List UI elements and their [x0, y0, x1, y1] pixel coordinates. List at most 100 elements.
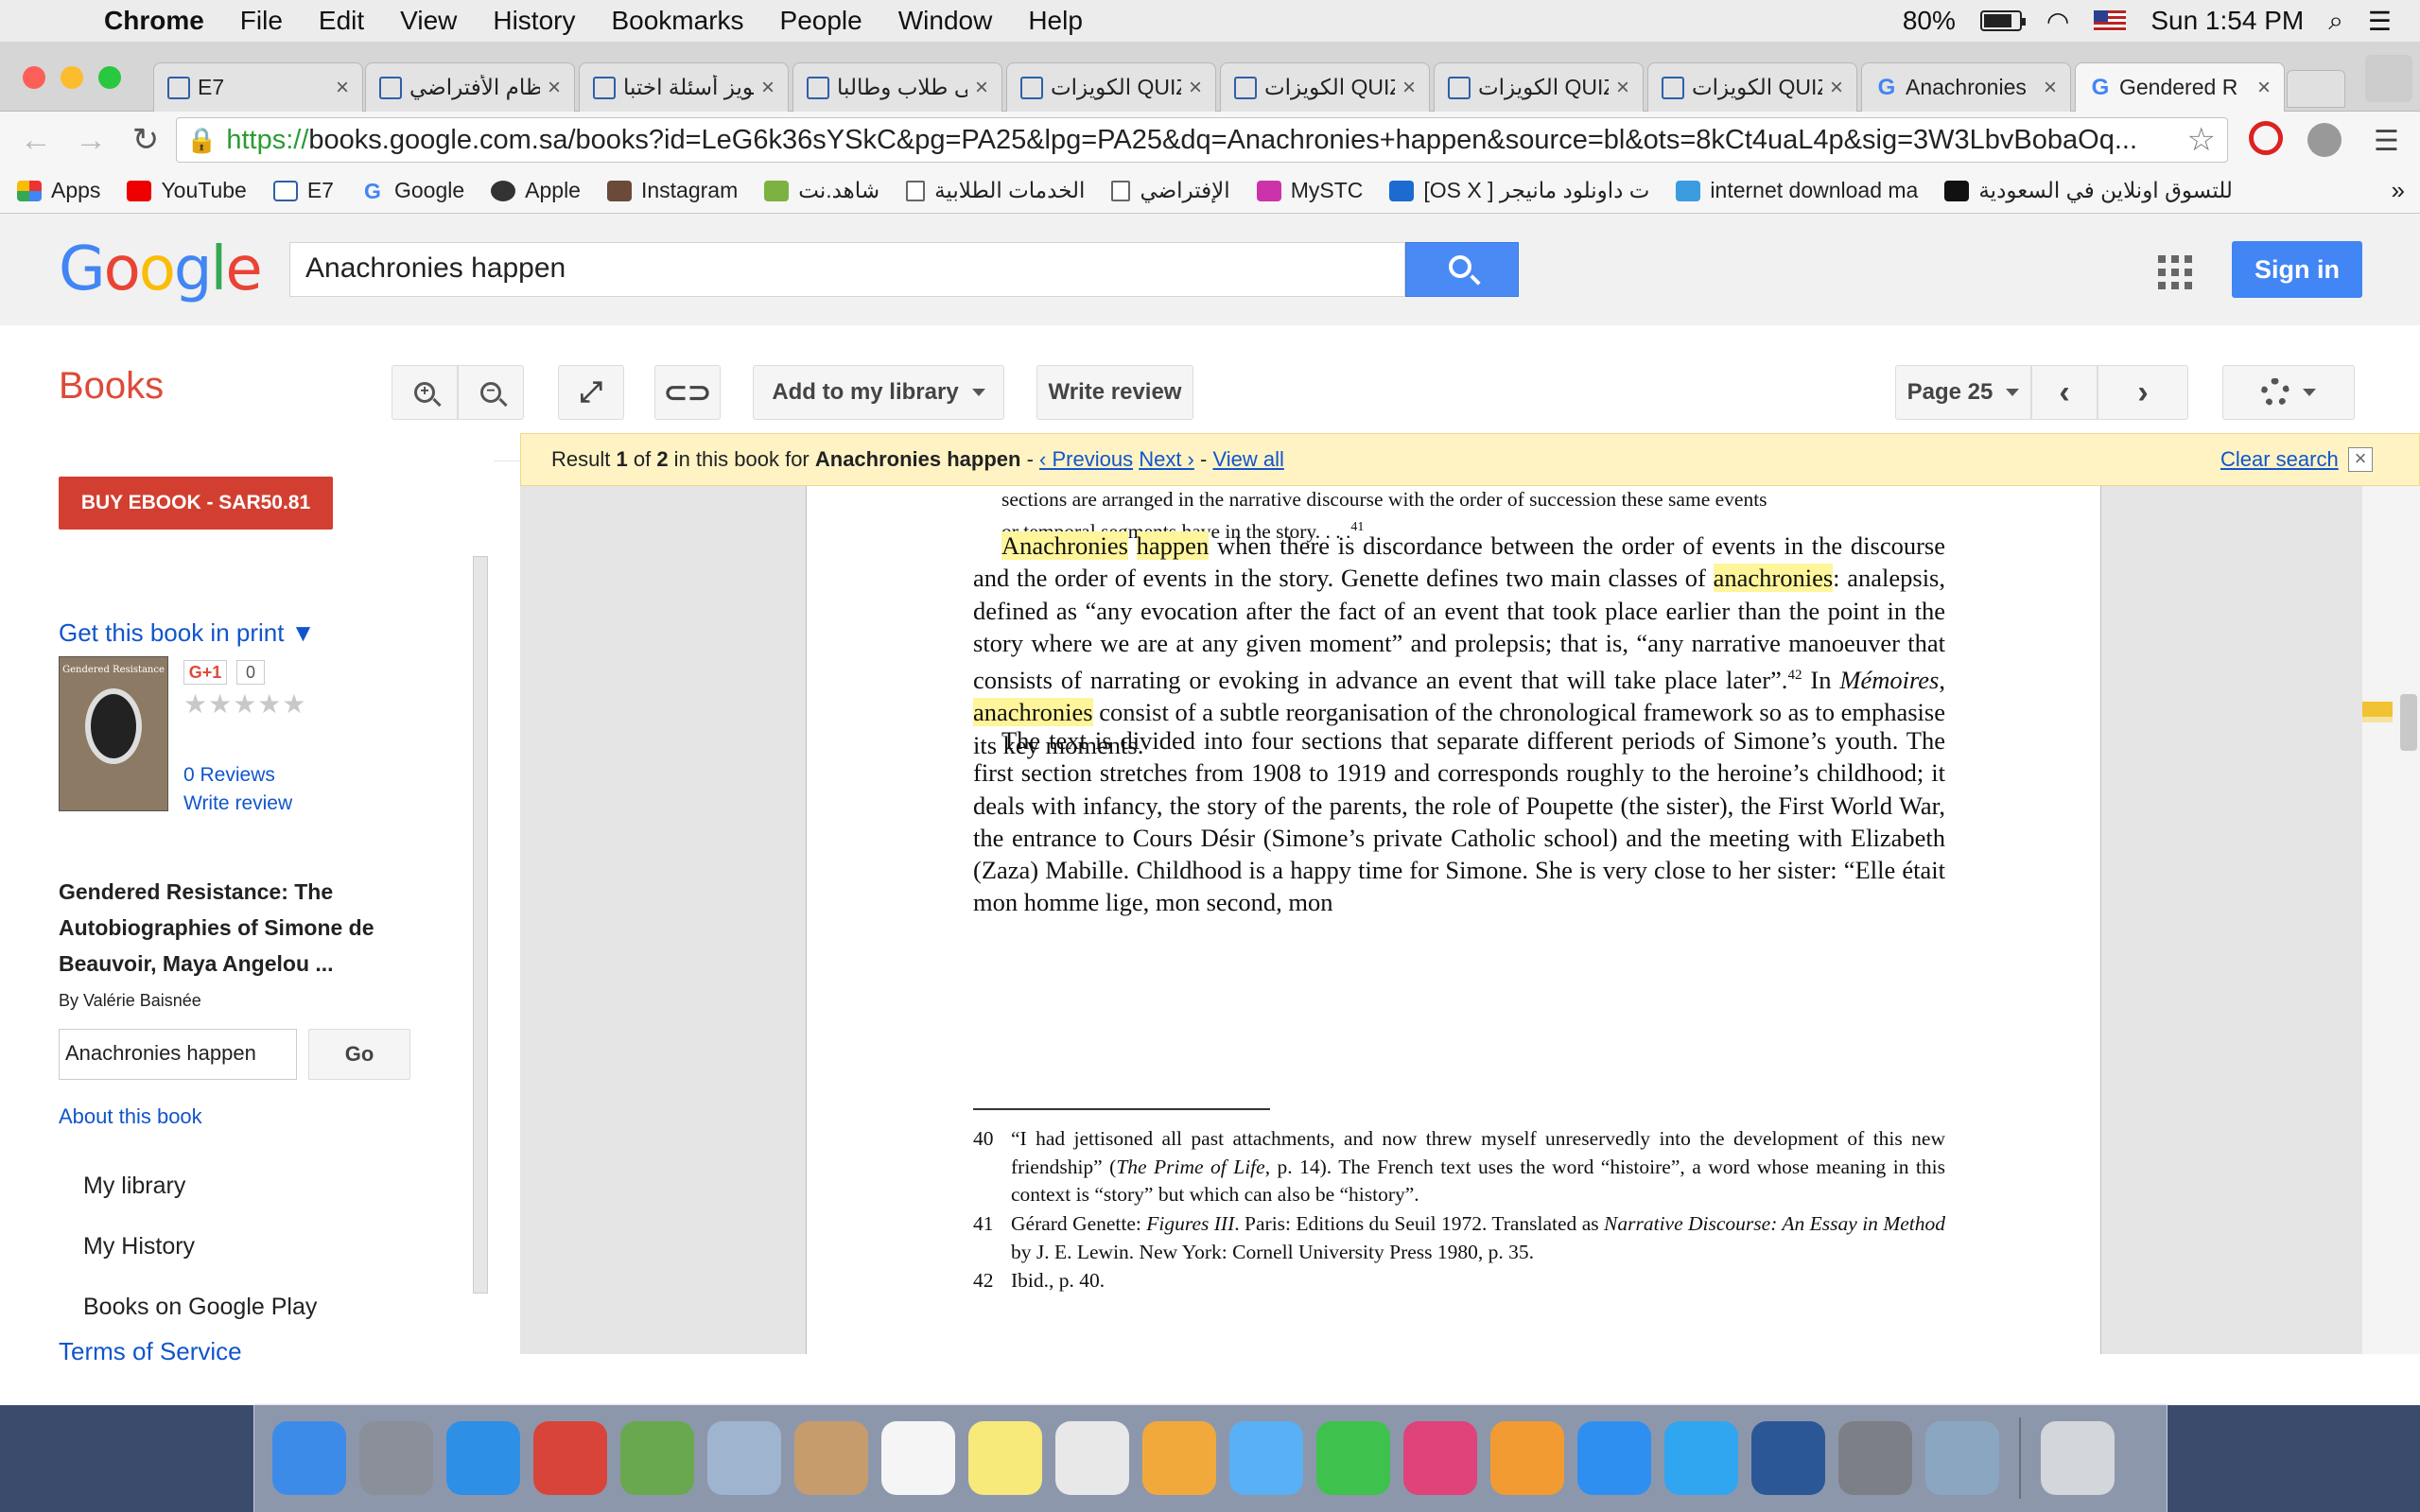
- buy-ebook-button[interactable]: BUY EBOOK - SAR50.81: [59, 477, 333, 530]
- page-select[interactable]: Page 25: [1895, 365, 2031, 420]
- menu-window[interactable]: Window: [898, 6, 993, 36]
- previous-result-link[interactable]: ‹ Previous: [1039, 447, 1133, 471]
- word-icon[interactable]: [1751, 1421, 1825, 1495]
- close-tab-icon[interactable]: ×: [975, 75, 988, 101]
- google-search-input[interactable]: Anachronies happen: [289, 242, 1405, 297]
- zoom-in-button[interactable]: +: [392, 365, 458, 420]
- menu-file[interactable]: File: [240, 6, 283, 36]
- system-preferences-icon[interactable]: [1838, 1421, 1912, 1495]
- bookmark-item[interactable]: Apple: [491, 178, 581, 203]
- bookmark-item[interactable]: E7: [272, 178, 334, 203]
- chrome-icon[interactable]: [533, 1421, 607, 1495]
- bookmark-item[interactable]: Instagram: [606, 178, 738, 203]
- books-title[interactable]: Books: [59, 365, 164, 408]
- search-hit-marker[interactable]: [2362, 717, 2393, 722]
- search-hit-marker[interactable]: [2362, 702, 2393, 717]
- notes-icon[interactable]: [968, 1421, 1042, 1495]
- bookmark-item[interactable]: YouTube: [127, 178, 247, 203]
- my-history-link[interactable]: My History: [83, 1233, 195, 1260]
- browser-tab[interactable]: الكويزات QUIZ ×: [1434, 62, 1644, 112]
- itunes-icon[interactable]: [1403, 1421, 1477, 1495]
- bookmark-item[interactable]: الإفتراضي: [1111, 178, 1230, 203]
- browser-tab[interactable]: ظام الأفتراضي ×: [365, 62, 575, 112]
- bookmark-item[interactable]: للتسوق اونلاين في السعودية: [1944, 178, 2233, 203]
- link-button[interactable]: ⊂⊃: [654, 365, 721, 420]
- bookmark-item[interactable]: internet download ma: [1676, 178, 1918, 203]
- book-viewer[interactable]: sections are arranged in the narrative d…: [520, 486, 2362, 1354]
- extension-icon[interactable]: [2307, 123, 2342, 157]
- go-button[interactable]: Go: [308, 1029, 410, 1080]
- contacts-icon[interactable]: [794, 1421, 868, 1495]
- menu-people[interactable]: People: [780, 6, 862, 36]
- view-all-link[interactable]: View all: [1212, 447, 1283, 471]
- notification-center-icon[interactable]: ☰: [2368, 6, 2392, 37]
- books-on-google-play-link[interactable]: Books on Google Play: [83, 1294, 317, 1321]
- new-tab-button[interactable]: [2287, 70, 2345, 108]
- bookmarks-overflow-icon[interactable]: »: [2392, 176, 2405, 205]
- search-in-book-input[interactable]: Anachronies happen: [59, 1029, 297, 1080]
- browser-tab[interactable]: الكويزات QUIZ ×: [1006, 62, 1216, 112]
- terms-of-service-link[interactable]: Terms of Service: [59, 1337, 242, 1366]
- messages-icon[interactable]: [1229, 1421, 1303, 1495]
- menu-view[interactable]: View: [400, 6, 457, 36]
- reviews-link[interactable]: 0 Reviews: [183, 764, 275, 787]
- menu-help[interactable]: Help: [1028, 6, 1083, 36]
- bookmark-item[interactable]: الخدمات الطلابية: [906, 178, 1085, 203]
- write-review-link[interactable]: Write review: [183, 792, 292, 815]
- bookmark-item[interactable]: Apps: [17, 178, 100, 203]
- clock[interactable]: Sun 1:54 PM: [2150, 6, 2304, 36]
- close-tab-icon[interactable]: ×: [2257, 75, 2271, 101]
- close-tab-icon[interactable]: ×: [1616, 75, 1629, 101]
- facetime-icon[interactable]: [1316, 1421, 1390, 1495]
- close-tab-icon[interactable]: ×: [1189, 75, 1202, 101]
- menu-bookmarks[interactable]: Bookmarks: [611, 6, 743, 36]
- google-apps-icon[interactable]: [2158, 255, 2192, 289]
- twitter-icon[interactable]: [1664, 1421, 1738, 1495]
- close-tab-icon[interactable]: ×: [2044, 75, 2057, 101]
- viewer-scrollbar[interactable]: [2362, 486, 2420, 1354]
- menu-app-name[interactable]: Chrome: [104, 6, 204, 36]
- extension-icon[interactable]: [2249, 121, 2283, 155]
- bookmark-item[interactable]: G Google: [360, 178, 464, 203]
- zoom-window-button[interactable]: [98, 66, 121, 89]
- clear-search-link[interactable]: Clear search: [2220, 447, 2339, 472]
- browser-tab[interactable]: كويز أسئلة اختبا ×: [579, 62, 789, 112]
- close-tab-icon[interactable]: ×: [761, 75, 775, 101]
- previous-page-button[interactable]: ‹: [2031, 365, 2098, 420]
- ibooks-icon[interactable]: [1490, 1421, 1564, 1495]
- close-tab-icon[interactable]: ×: [336, 75, 349, 101]
- app-store-icon[interactable]: [1577, 1421, 1651, 1495]
- scrollbar-thumb[interactable]: [2400, 694, 2417, 751]
- wifi-icon[interactable]: ◠: [2046, 6, 2069, 37]
- photos-icon[interactable]: [1142, 1421, 1216, 1495]
- get-book-in-print-link[interactable]: Get this book in print ▼: [59, 618, 315, 648]
- next-page-button[interactable]: ›: [2098, 365, 2188, 420]
- web-app-icon[interactable]: [620, 1421, 694, 1495]
- safari-icon[interactable]: [446, 1421, 520, 1495]
- lock-icon[interactable]: 🔒: [186, 126, 217, 155]
- forward-icon[interactable]: →: [72, 122, 110, 159]
- preview-icon[interactable]: [1925, 1421, 1999, 1495]
- search-button[interactable]: [1405, 242, 1519, 297]
- launchpad-icon[interactable]: [359, 1421, 433, 1495]
- bookmark-item[interactable]: [OS X ] ت داونلود مانيجر: [1389, 178, 1649, 203]
- browser-tab[interactable]: الكويزات QUIZ ×: [1220, 62, 1430, 112]
- menu-edit[interactable]: Edit: [319, 6, 364, 36]
- profile-button[interactable]: [2365, 55, 2412, 102]
- calendar-icon[interactable]: [881, 1421, 955, 1495]
- zoom-out-button[interactable]: −: [458, 365, 524, 420]
- settings-button[interactable]: [2222, 365, 2355, 420]
- back-icon[interactable]: ←: [17, 122, 55, 159]
- close-tab-icon[interactable]: ×: [1402, 75, 1416, 101]
- fullscreen-button[interactable]: ⤢: [558, 365, 624, 420]
- input-source-flag-icon[interactable]: [2094, 10, 2127, 31]
- reload-icon[interactable]: ↻: [127, 121, 165, 159]
- sign-in-button[interactable]: Sign in: [2232, 241, 2362, 298]
- browser-tab[interactable]: الكويزات QUIZ ×: [1647, 62, 1857, 112]
- finder-icon[interactable]: [272, 1421, 346, 1495]
- google-plus-one-button[interactable]: G+1: [183, 660, 227, 685]
- my-library-link[interactable]: My library: [83, 1173, 185, 1200]
- rating-stars[interactable]: ★★★★★: [183, 688, 307, 720]
- browser-tab[interactable]: E7 ×: [153, 62, 363, 112]
- book-cover[interactable]: Gendered Resistance: [59, 656, 168, 811]
